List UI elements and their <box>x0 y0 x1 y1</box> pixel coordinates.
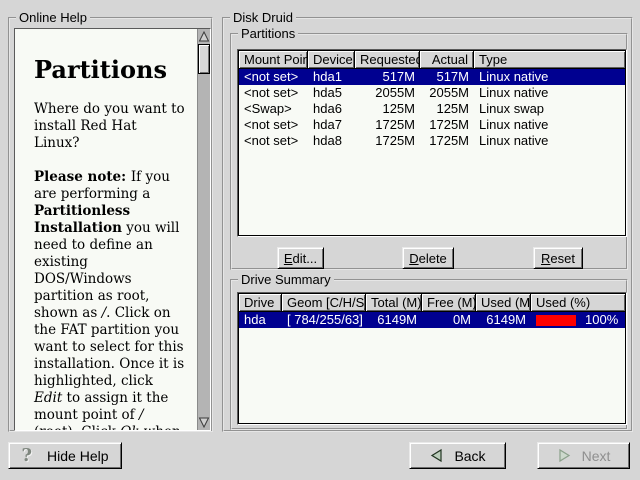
cell-device: hda6 <box>308 101 355 117</box>
cell-actual: 517M <box>420 69 474 85</box>
edit-button[interactable]: Edit... <box>277 247 324 269</box>
back-button[interactable]: Back <box>409 442 506 469</box>
scrollbar-thumb[interactable] <box>198 44 210 74</box>
column-header-used-m[interactable]: Used (M) <box>476 294 531 311</box>
cell-actual: 2055M <box>420 85 474 101</box>
help-title: Partitions <box>34 57 185 83</box>
help-content: Partitions Where do you want to install … <box>15 29 197 430</box>
partition-row[interactable]: <not set> hda5 2055M 2055M Linux native <box>239 85 625 101</box>
column-header-requested[interactable]: Requested <box>355 51 420 68</box>
back-arrow-icon <box>429 448 444 463</box>
cell-actual: 1725M <box>420 117 474 133</box>
cell-mount-point: <not set> <box>239 117 308 133</box>
drive-summary-frame-label: Drive Summary <box>238 272 334 287</box>
next-arrow-icon <box>557 448 572 463</box>
back-label: Back <box>454 448 485 464</box>
installer-window: { "colors": { "window_bg": "#d6d6d6", "p… <box>0 0 640 480</box>
column-header-device[interactable]: Device <box>308 51 355 68</box>
partition-row[interactable]: <not set> hda7 1725M 1725M Linux native <box>239 117 625 133</box>
cell-requested: 1725M <box>355 117 420 133</box>
column-header-drive[interactable]: Drive <box>239 294 282 311</box>
cell-requested: 1725M <box>355 133 420 149</box>
scroll-down-arrow-icon[interactable] <box>198 416 210 429</box>
cell-device: hda7 <box>308 117 355 133</box>
cell-free: 0M <box>422 312 476 328</box>
next-label: Next <box>582 448 611 464</box>
cell-geom: [ 784/255/63] <box>282 312 366 328</box>
help-paragraph: Where do you want to install Red Hat Lin… <box>34 101 185 152</box>
partitions-frame-label: Partitions <box>238 26 298 41</box>
hide-help-label: Hide Help <box>47 448 108 464</box>
cell-actual: 125M <box>420 101 474 117</box>
cell-mount-point: <not set> <box>239 133 308 149</box>
cell-drive: hda <box>239 312 282 328</box>
column-header-actual[interactable]: Actual <box>420 51 474 68</box>
cell-requested: 2055M <box>355 85 420 101</box>
cell-type: Linux native <box>474 133 625 149</box>
column-header-free[interactable]: Free (M) <box>422 294 476 311</box>
cell-type: Linux native <box>474 117 625 133</box>
help-paragraph: Please note: If you are performing a Par… <box>34 169 185 430</box>
used-percentage-label: 100% <box>576 312 618 328</box>
cell-requested: 125M <box>355 101 420 117</box>
question-mark-icon: ? <box>21 445 32 466</box>
cell-device: hda5 <box>308 85 355 101</box>
column-header-type[interactable]: Type <box>474 51 625 68</box>
next-button[interactable]: Next <box>537 442 630 469</box>
cell-mount-point: <not set> <box>239 85 308 101</box>
column-header-geom[interactable]: Geom [C/H/S] <box>282 294 366 311</box>
column-header-mount-point[interactable]: Mount Point <box>239 51 308 68</box>
cell-type: Linux swap <box>474 101 625 117</box>
drive-row[interactable]: hda [ 784/255/63] 6149M 0M 6149M 100% <box>239 312 625 328</box>
online-help-frame-label: Online Help <box>16 10 90 25</box>
drive-summary-table: Drive Geom [C/H/S] Total (M) Free (M) Us… <box>237 292 627 425</box>
delete-button[interactable]: Delete <box>402 247 454 269</box>
partition-row[interactable]: <not set> hda8 1725M 1725M Linux native <box>239 133 625 149</box>
partitions-table: Mount Point Device Requested Actual Type… <box>237 49 627 237</box>
reset-button[interactable]: Reset <box>533 247 583 269</box>
cell-total: 6149M <box>366 312 422 328</box>
cell-mount-point: <Swap> <box>239 101 308 117</box>
cell-mount-point: <not set> <box>239 69 308 85</box>
cell-type: Linux native <box>474 69 625 85</box>
drive-summary-table-header: Drive Geom [C/H/S] Total (M) Free (M) Us… <box>239 294 625 312</box>
partition-row[interactable]: <Swap> hda6 125M 125M Linux swap <box>239 101 625 117</box>
cell-device: hda8 <box>308 133 355 149</box>
column-header-used-pct[interactable]: Used (%) <box>531 294 625 311</box>
column-header-total[interactable]: Total (M) <box>366 294 422 311</box>
cell-requested: 517M <box>355 69 420 85</box>
partitions-section: Partitions Mount Point Device Requested … <box>230 33 628 270</box>
help-viewport: Partitions Where do you want to install … <box>14 28 211 431</box>
help-scrollbar[interactable] <box>197 29 210 430</box>
scroll-up-arrow-icon[interactable] <box>198 30 210 43</box>
cell-actual: 1725M <box>420 133 474 149</box>
cell-used-m: 6149M <box>476 312 531 328</box>
partition-row[interactable]: <not set> hda1 517M 517M Linux native <box>239 69 625 85</box>
hide-help-button[interactable]: ? Hide Help <box>8 442 122 469</box>
cell-type: Linux native <box>474 85 625 101</box>
used-percentage-bar <box>536 315 576 326</box>
online-help-panel: Online Help Partitions Where do you want… <box>8 17 213 432</box>
disk-druid-frame-label: Disk Druid <box>230 10 296 25</box>
cell-used-pct: 100% <box>531 312 625 328</box>
drive-summary-section: Drive Summary Drive Geom [C/H/S] Total (… <box>230 279 628 430</box>
cell-device: hda1 <box>308 69 355 85</box>
partitions-table-header: Mount Point Device Requested Actual Type <box>239 51 625 69</box>
disk-druid-panel: Disk Druid Partitions Mount Point Device… <box>222 17 633 432</box>
